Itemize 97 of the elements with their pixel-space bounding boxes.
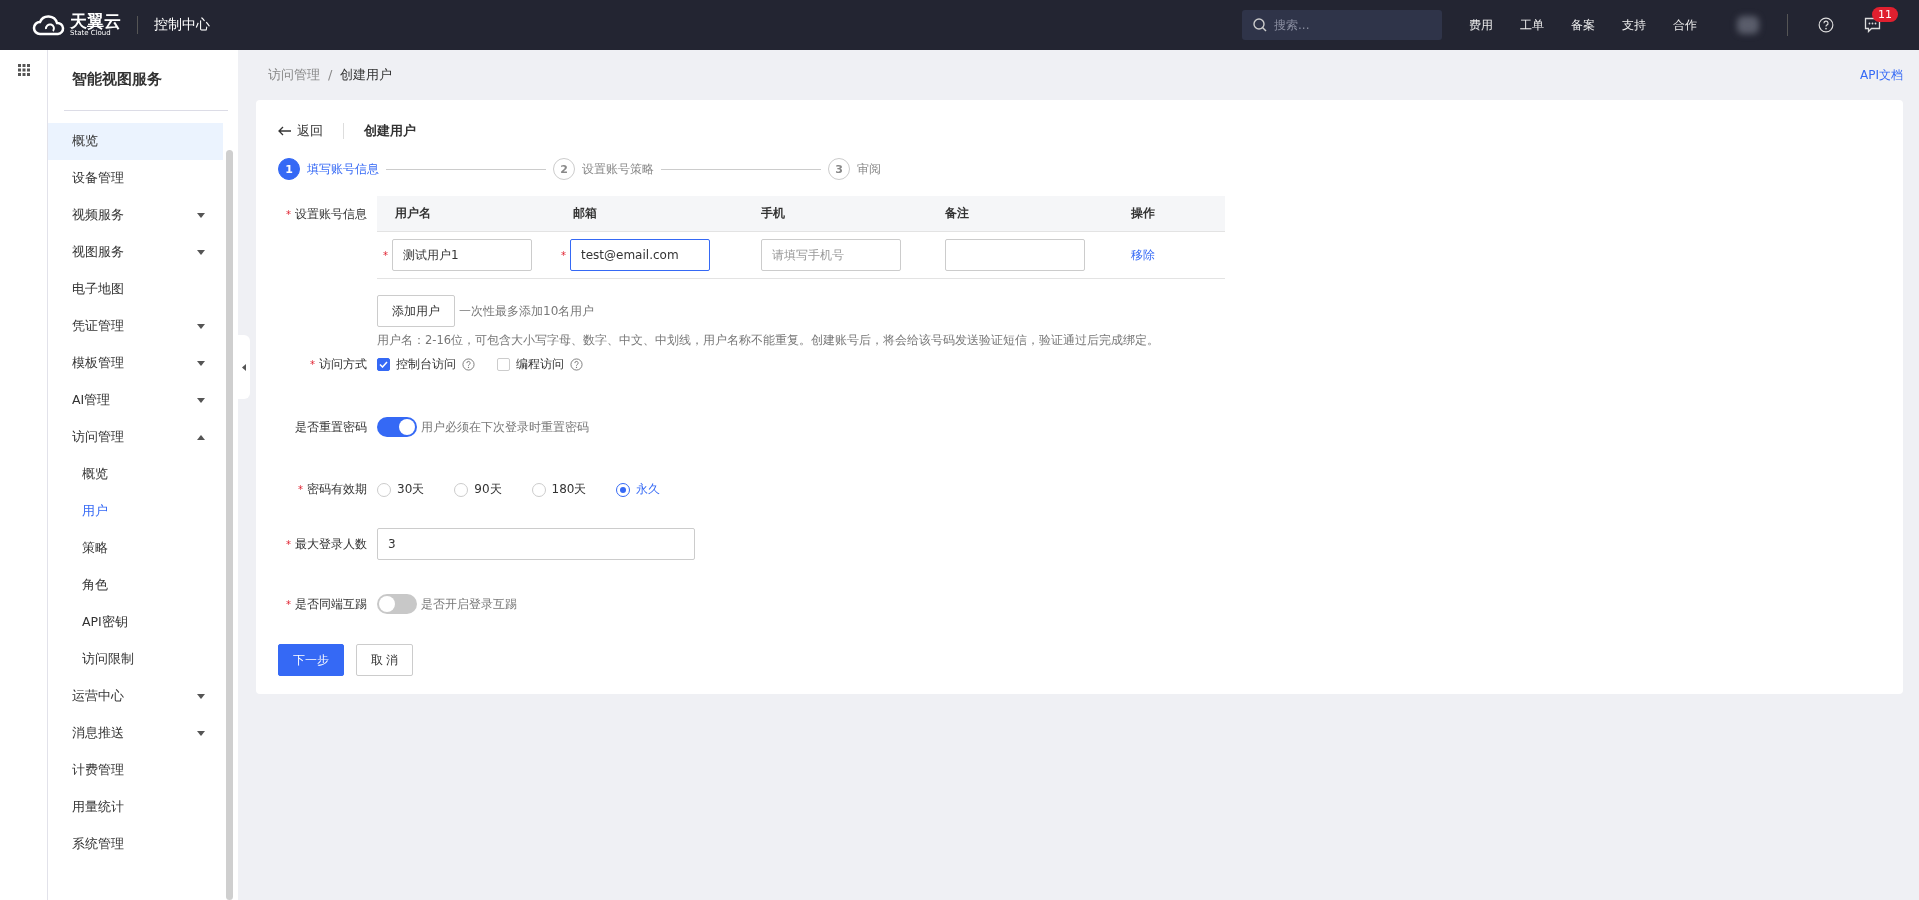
sidebar-item[interactable]: 模板管理 (48, 345, 223, 382)
column-header: 手机 (761, 205, 786, 222)
remove-link[interactable]: 移除 (1131, 246, 1155, 264)
sidebar-item[interactable]: 视图服务 (48, 234, 223, 271)
phone-input[interactable]: 请填写手机号 (761, 239, 901, 271)
breadcrumb-item: 创建用户 (340, 67, 393, 82)
switch-hint: 是否开启登录互踢 (421, 595, 517, 613)
sidebar-item[interactable]: 用量统计 (48, 789, 223, 826)
field-label: 设置账号信息 (295, 206, 367, 223)
nav-link[interactable]: 工单 (1520, 16, 1544, 34)
sidebar-item[interactable]: 概览 (48, 123, 223, 160)
max-login-input[interactable]: 3 (377, 528, 695, 560)
collapse-handle[interactable] (238, 335, 250, 399)
sidebar-item[interactable]: 系统管理 (48, 826, 223, 863)
username-rules-hint: 用户名：2-16位，可包含大小写字母、数字、中文、中划线，用户名称不能重复。创建账号后，将会给该号码发送验证短信，验证通过后完成绑定。 (377, 333, 1161, 348)
switch-hint: 用户必须在下次登录时重置密码 (421, 418, 589, 436)
sidebar-item[interactable]: 凭证管理 (48, 308, 223, 345)
blurred-username (1737, 16, 1759, 34)
cancel-button[interactable]: 取 消 (356, 644, 414, 676)
field-label: 访问方式 (319, 356, 367, 373)
caret-down-icon (197, 398, 205, 403)
notification-badge: 11 (1872, 7, 1898, 22)
search-field[interactable]: 搜索... (1242, 10, 1442, 40)
required-asterisk: * (298, 484, 303, 495)
required-asterisk: * (383, 249, 388, 261)
cloud-logo-icon (32, 14, 66, 36)
column-header: 备注 (945, 205, 970, 222)
validity-radio[interactable]: 30天 (377, 481, 425, 498)
required-asterisk: * (561, 249, 566, 261)
nav-link[interactable]: 合作 (1673, 16, 1697, 34)
step-number: 2 (553, 158, 575, 180)
sidebar-subitem[interactable]: 用户 (48, 493, 223, 530)
caret-down-icon (197, 361, 205, 366)
caret-down-icon (197, 731, 205, 736)
sidebar-subitem[interactable]: 策略 (48, 530, 223, 567)
field-label: 最大登录人数 (295, 535, 367, 553)
validity-radio[interactable]: 90天 (454, 481, 502, 498)
add-user-hint: 一次性最多添加10名用户 (459, 302, 595, 320)
caret-down-icon (197, 213, 205, 218)
sidebar-item[interactable]: 设备管理 (48, 160, 223, 197)
sidebar-item[interactable]: 电子地图 (48, 271, 223, 308)
caret-up-icon (197, 435, 205, 440)
logo-name: 天翼云 (70, 13, 121, 30)
step-label: 填写账号信息 (307, 160, 379, 178)
column-header: 邮箱 (573, 205, 598, 222)
console-title[interactable]: 控制中心 (154, 16, 210, 34)
step-label: 审阅 (857, 160, 881, 178)
kick-switch[interactable] (377, 594, 417, 614)
add-user-button[interactable]: 添加用户 (377, 295, 455, 327)
next-button[interactable]: 下一步 (278, 644, 344, 676)
sidebar-subitem[interactable]: API密钥 (48, 604, 223, 641)
sidebar-title: 智能视图服务 (71, 69, 163, 90)
column-header: 用户名 (395, 205, 432, 222)
step-number: 1 (278, 158, 300, 180)
username-input[interactable]: 测试用户1 (392, 239, 532, 271)
access-checkbox[interactable]: 控制台访问 (377, 356, 475, 373)
app-grid-icon[interactable] (17, 64, 30, 76)
arrow-left-icon (278, 126, 291, 136)
caret-down-icon (197, 324, 205, 329)
sidebar-subitem[interactable]: 访问限制 (48, 641, 223, 678)
checkmark-icon (379, 361, 388, 368)
email-input[interactable]: test@email.com (570, 239, 710, 271)
access-checkbox[interactable]: 编程访问 (497, 356, 583, 373)
required-asterisk: * (286, 538, 291, 550)
sidebar-item[interactable]: AI管理 (48, 382, 223, 419)
validity-radio[interactable]: 180天 (531, 481, 587, 498)
nav-link[interactable]: 支持 (1622, 16, 1646, 34)
sidebar-item[interactable]: 运营中心 (48, 678, 223, 715)
field-label: 是否同端互踢 (295, 595, 367, 613)
required-asterisk: * (286, 209, 291, 220)
step-label: 设置账号策略 (582, 160, 654, 178)
api-doc-link[interactable]: API文档 (1860, 66, 1903, 84)
nav-link[interactable]: 费用 (1469, 16, 1493, 34)
field-label: 是否重置密码 (295, 418, 367, 436)
nav-link[interactable]: 备案 (1571, 16, 1595, 34)
scrollbar[interactable] (226, 150, 233, 900)
caret-down-icon (197, 250, 205, 255)
sidebar-subitem[interactable]: 概览 (48, 456, 223, 493)
caret-down-icon (197, 694, 205, 699)
breadcrumb-separator: / (328, 67, 333, 82)
search-icon (1253, 18, 1267, 32)
sidebar-item[interactable]: 访问管理 (48, 419, 223, 456)
note-input[interactable] (945, 239, 1085, 271)
back-button[interactable]: 返回 (278, 122, 323, 140)
step-number: 3 (828, 158, 850, 180)
required-asterisk: * (310, 359, 315, 370)
reset-password-switch[interactable] (377, 417, 417, 437)
collapse-arrow-icon (242, 363, 246, 371)
sidebar-item[interactable]: 视频服务 (48, 197, 223, 234)
column-header: 操作 (1131, 205, 1156, 222)
sidebar-item[interactable]: 消息推送 (48, 715, 223, 752)
page-title: 创建用户 (364, 122, 416, 140)
field-label: 密码有效期 (307, 481, 367, 498)
sidebar-item[interactable]: 计费管理 (48, 752, 223, 789)
required-asterisk: * (286, 598, 291, 610)
sidebar-subitem[interactable]: 角色 (48, 567, 223, 604)
validity-radio[interactable]: 永久 (616, 481, 661, 498)
